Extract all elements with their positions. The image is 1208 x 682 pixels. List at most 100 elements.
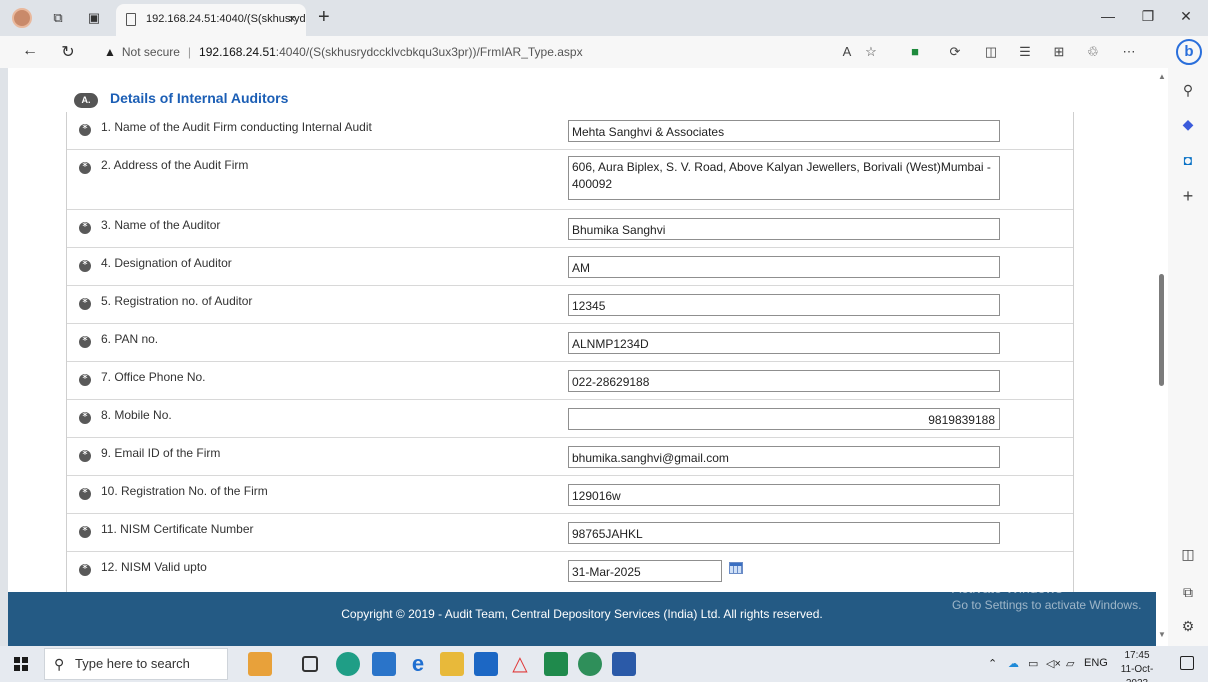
word-app-icon[interactable]: [612, 652, 636, 676]
tray-chevron-icon[interactable]: ⌃: [988, 657, 997, 670]
navigation-bar: ← ↻ ▲ Not secure | 192.168.24.51:4040/(S(sk…: [0, 36, 1208, 68]
profile-avatar[interactable]: [12, 8, 32, 28]
restore-button[interactable]: ❐: [1138, 8, 1158, 25]
bullet-icon: [79, 524, 91, 538]
new-tab-button[interactable]: +: [318, 6, 330, 29]
form-row-firm-registration: 10. Registration No. of the Firm 129016w: [67, 476, 1073, 514]
tab-active[interactable]: 192.168.24.51:4040/(S(skhusrydcc ×: [116, 4, 306, 36]
tab-strip: ⧉ ▣ 192.168.24.51:4040/(S(skhusrydcc × +…: [0, 0, 1208, 36]
auditor-designation-input[interactable]: AM: [568, 256, 1000, 278]
activation-watermark: Activate Windows Go to Settings to activ…: [952, 580, 1141, 612]
form-row-mobile: 8. Mobile No. 9819839188: [67, 400, 1073, 438]
favorites-icon[interactable]: ☰: [1016, 44, 1034, 60]
outlook-app-icon[interactable]: [474, 652, 498, 676]
calendar-icon[interactable]: [729, 562, 743, 574]
bullet-icon: [79, 372, 91, 386]
close-window-button[interactable]: ✕: [1176, 8, 1196, 25]
section-title: Details of Internal Auditors: [110, 90, 289, 106]
auditor-form: 1. Name of the Audit Firm conducting Int…: [66, 112, 1074, 646]
scroll-down-icon[interactable]: ▼: [1158, 630, 1166, 639]
excel-app-icon[interactable]: [544, 652, 568, 676]
clock-date: 11-Oct-2023: [1120, 664, 1154, 682]
task-view-icon[interactable]: [302, 656, 318, 672]
onedrive-icon[interactable]: ☁: [1008, 657, 1019, 670]
audit-firm-address-textarea[interactable]: 606, Aura Biplex, S. V. Road, Above Kaly…: [568, 156, 1000, 200]
tab-actions-icon[interactable]: ▣: [86, 10, 102, 26]
display-icon[interactable]: ▱: [1066, 657, 1074, 670]
field-label: 3. Name of the Auditor: [101, 218, 221, 232]
address-bar[interactable]: ▲ Not secure | 192.168.24.51:4040/(S(skhusr…: [104, 40, 884, 64]
volume-icon[interactable]: ◁×: [1046, 657, 1061, 670]
audit-firm-name-input[interactable]: Mehta Sanghvi & Associates: [568, 120, 1000, 142]
bullet-icon: [79, 160, 91, 174]
collections-icon[interactable]: ⊞: [1050, 44, 1068, 60]
nism-valid-date-input[interactable]: 31-Mar-2025: [568, 560, 722, 582]
bullet-icon: [79, 410, 91, 424]
tab-title: 192.168.24.51:4040/(S(skhusrydcc: [146, 13, 306, 25]
triangle-app-icon[interactable]: △: [508, 652, 532, 676]
refresh-icon[interactable]: ↻: [58, 42, 78, 62]
tab-close-icon[interactable]: ×: [288, 4, 296, 34]
auditor-name-input[interactable]: Bhumika Sanghvi: [568, 218, 1000, 240]
more-menu-icon[interactable]: ⋯: [1120, 44, 1138, 60]
refresh-extension-icon[interactable]: ⟳: [946, 44, 964, 60]
settings-gear-icon[interactable]: ⚙: [1178, 616, 1198, 636]
store-app-icon[interactable]: [372, 652, 396, 676]
file-explorer-icon[interactable]: [440, 652, 464, 676]
field-label: 7. Office Phone No.: [101, 370, 206, 384]
url-separator: |: [187, 45, 192, 59]
field-label: 10. Registration No. of the Firm: [101, 484, 268, 498]
nism-certificate-input[interactable]: 98765JAHKL: [568, 522, 1000, 544]
favorite-star-icon[interactable]: ☆: [862, 44, 880, 60]
sidebar-toggle-icon[interactable]: ◫: [1178, 544, 1198, 564]
bing-icon[interactable]: b: [1176, 39, 1202, 65]
field-label: 8. Mobile No.: [101, 408, 172, 422]
edge-sidebar: ⚲ ◆ ◘ + ◫ ⧉ ⚙: [1168, 68, 1208, 646]
warning-icon[interactable]: ▲: [104, 45, 116, 59]
minimize-button[interactable]: —: [1098, 8, 1118, 24]
security-label[interactable]: Not secure: [122, 45, 180, 59]
shopping-icon[interactable]: ◆: [1178, 114, 1198, 134]
extension-icon[interactable]: ■: [906, 44, 924, 59]
edge-app-icon[interactable]: [336, 652, 360, 676]
form-row-audit-firm-name: 1. Name of the Audit Firm conducting Int…: [67, 112, 1073, 150]
office-phone-input[interactable]: 022-28629188: [568, 370, 1000, 392]
globe-app-icon[interactable]: [578, 652, 602, 676]
scrollbar-thumb[interactable]: [1159, 274, 1164, 386]
pan-input[interactable]: ALNMP1234D: [568, 332, 1000, 354]
windows-start-icon[interactable]: [14, 657, 28, 671]
copilot-icon[interactable]: ♲: [1084, 44, 1102, 60]
url-host: 192.168.24.51: [199, 45, 276, 59]
firm-registration-input[interactable]: 129016w: [568, 484, 1000, 506]
form-row-pan: 6. PAN no. ALNMP1234D: [67, 324, 1073, 362]
language-indicator[interactable]: ENG: [1084, 657, 1108, 669]
field-label: 11. NISM Certificate Number: [101, 522, 254, 536]
bullet-icon: [79, 122, 91, 136]
taskbar-search-placeholder: Type here to search: [75, 656, 190, 671]
back-icon[interactable]: ←: [20, 42, 40, 60]
clock[interactable]: 17:45 11-Oct-2023: [1110, 649, 1164, 682]
bullet-icon: [79, 296, 91, 310]
bullet-icon: [79, 334, 91, 348]
form-row-auditor-name: 3. Name of the Auditor Bhumika Sanghvi: [67, 210, 1073, 248]
field-label: 2. Address of the Audit Firm: [101, 158, 249, 172]
mobile-input[interactable]: 9819839188: [568, 408, 1000, 430]
notification-icon[interactable]: [1180, 656, 1194, 670]
page-scrollbar[interactable]: ▲ ▼: [1156, 68, 1168, 646]
network-icon[interactable]: ▭: [1028, 657, 1038, 670]
scroll-up-icon[interactable]: ▲: [1158, 72, 1166, 81]
workspaces-icon[interactable]: ⧉: [50, 10, 66, 26]
url-path: :4040/(S(skhusrydccklvcbkqu3ux3pr))/FrmI…: [275, 45, 583, 59]
outlook-icon[interactable]: ◘: [1178, 150, 1198, 170]
ie-app-icon[interactable]: e: [406, 652, 430, 676]
briefcase-app-icon[interactable]: [248, 652, 272, 676]
email-input[interactable]: bhumika.sanghvi@gmail.com: [568, 446, 1000, 468]
taskbar-search-input[interactable]: ⚲ Type here to search: [44, 648, 228, 680]
search-icon[interactable]: ⚲: [1178, 80, 1198, 100]
add-sidebar-icon[interactable]: +: [1178, 186, 1198, 206]
auditor-registration-input[interactable]: 12345: [568, 294, 1000, 316]
read-aloud-icon[interactable]: A: [838, 44, 856, 59]
form-row-auditor-registration: 5. Registration no. of Auditor 12345: [67, 286, 1073, 324]
external-link-icon[interactable]: ⧉: [1178, 582, 1198, 602]
split-screen-icon[interactable]: ◫: [982, 44, 1000, 60]
